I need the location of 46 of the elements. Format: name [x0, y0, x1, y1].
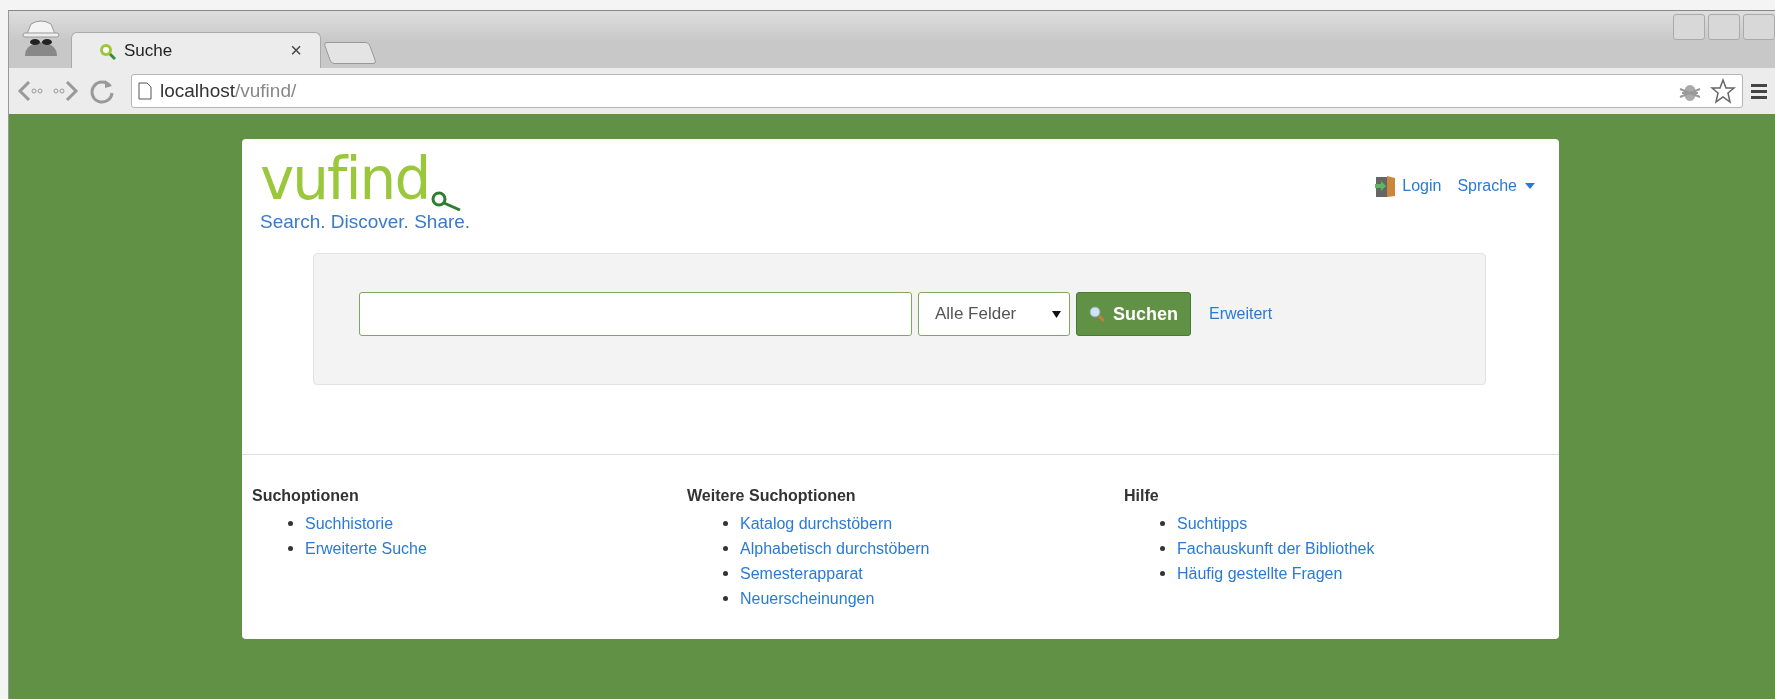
bullet-icon	[288, 521, 293, 526]
advanced-search-link[interactable]: Erweitert	[1209, 305, 1273, 323]
tab-title: Suche	[124, 40, 174, 61]
star-icon[interactable]	[1710, 78, 1736, 104]
minimize-button[interactable]	[1673, 14, 1705, 40]
url-text: localhost/vufind/	[160, 80, 298, 102]
search-field[interactable]	[359, 292, 912, 336]
footer-link[interactable]: Katalog durchstöbern	[740, 514, 893, 533]
new-tab-button[interactable]	[323, 42, 377, 64]
caret-icon	[1525, 183, 1535, 189]
footer-link[interactable]: Suchtipps	[1177, 514, 1248, 533]
bullet-icon	[723, 571, 728, 576]
footer-link[interactable]: Fachauskunft der Bibliothek	[1177, 539, 1375, 558]
bullet-icon	[1160, 571, 1165, 576]
bullet-icon	[288, 546, 293, 551]
footer-link[interactable]: Häufig gestellte Fragen	[1177, 564, 1343, 583]
footer-heading: Weitere Suchoptionen	[687, 487, 857, 505]
bullet-icon	[1160, 546, 1165, 551]
close-tab-button[interactable]: ×	[290, 39, 302, 62]
door-icon	[1373, 175, 1398, 197]
footer-link[interactable]: Suchhistorie	[305, 514, 394, 533]
footer-link[interactable]: Alphabetisch durchstöbern	[740, 539, 930, 558]
search-icon	[1089, 306, 1105, 322]
footer-heading: Suchoptionen	[252, 487, 360, 505]
menu-icon[interactable]	[1749, 81, 1769, 101]
bullet-icon	[1160, 521, 1165, 526]
magnifier-icon	[431, 191, 462, 211]
close-window-button[interactable]	[1743, 14, 1775, 40]
bullet-icon	[723, 546, 728, 551]
bullet-icon	[723, 521, 728, 526]
address-bar[interactable]: localhost/vufind/	[131, 74, 1743, 108]
footer-link[interactable]: Semesterapparat	[740, 564, 863, 583]
footer-heading: Hilfe	[1124, 487, 1160, 505]
footer-link[interactable]: Erweiterte Suche	[305, 539, 427, 558]
caret-icon	[1052, 310, 1061, 318]
maximize-button[interactable]	[1708, 14, 1740, 40]
search-button[interactable]: Suchen	[1076, 292, 1191, 336]
language-menu[interactable]: Sprache	[1457, 177, 1535, 195]
magnifier-icon	[98, 41, 116, 60]
page-icon	[138, 82, 152, 100]
search-scope-dropdown[interactable]: Alle Felder	[918, 292, 1070, 336]
login-link[interactable]: Login	[1402, 177, 1442, 195]
tagline: Search. Discover. Share.	[260, 211, 471, 233]
bullet-icon	[723, 596, 728, 601]
browser-tab[interactable]: Suche ×	[71, 32, 321, 68]
footer-link[interactable]: Neuerscheinungen	[740, 589, 875, 608]
